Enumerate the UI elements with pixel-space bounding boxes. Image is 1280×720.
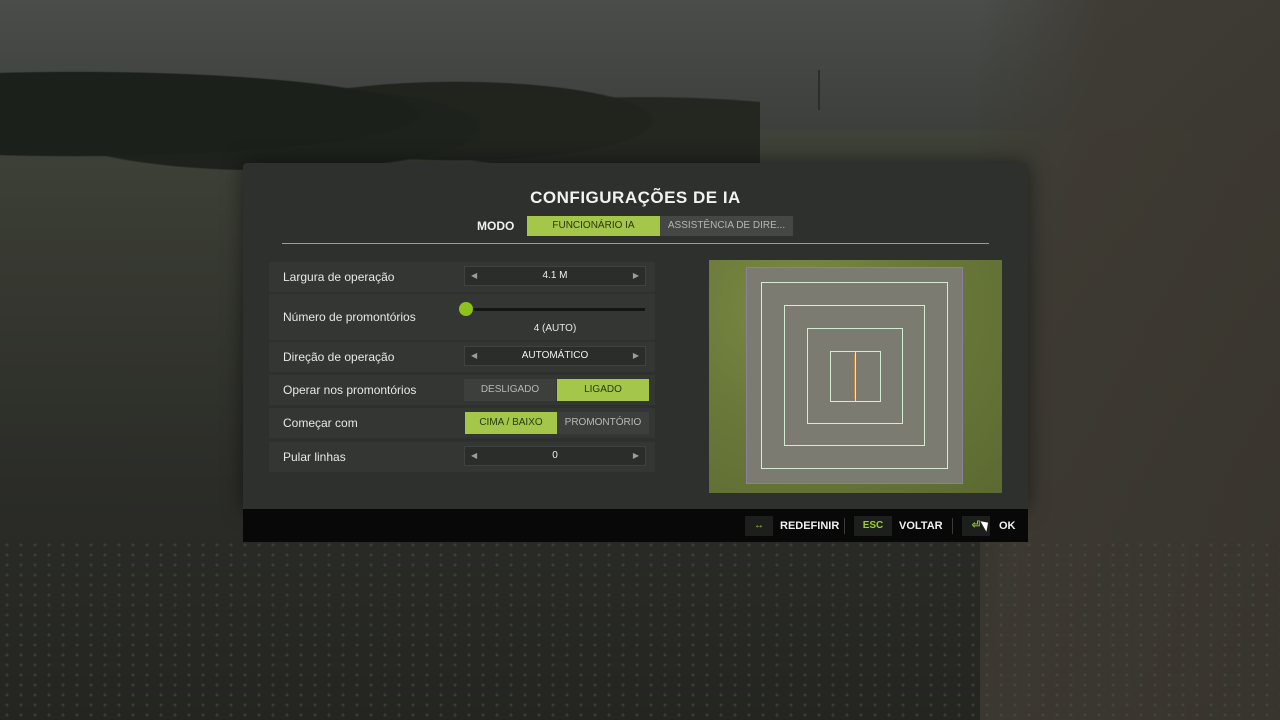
arrow-right-icon[interactable]: ▶ [633,447,639,465]
esc-key[interactable]: ESC [854,516,892,536]
setting-row-skip-lines: Pular linhas ◀ 0 ▶ [269,442,655,472]
arrow-right-icon[interactable]: ▶ [633,347,639,365]
reset-button[interactable]: REDEFINIR [780,516,839,536]
setting-label: Largura de operação [283,270,395,284]
title-divider [282,243,989,244]
dialog-title: CONFIGURAÇÕES DE IA [530,188,741,207]
option-on[interactable]: LIGADO [557,379,649,401]
start-line [854,354,855,399]
back-button[interactable]: VOLTAR [899,516,943,536]
setting-row-direction: Direção de operação ◀ AUTOMÁTICO ▶ [269,342,655,372]
footer-separator [952,518,953,534]
option-off[interactable]: DESLIGADO [464,379,556,401]
setting-row-headlands: Número de promontórios 4 (AUTO) [269,294,655,340]
setting-label: Pular linhas [283,450,346,464]
skip-lines-value: 0 [552,450,558,461]
ok-button[interactable]: OK [999,516,1016,536]
option-headland[interactable]: PROMONTÓRIO [557,412,649,434]
setting-label: Direção de operação [283,350,395,364]
center-line [855,352,856,401]
field-course-preview [709,260,1002,493]
footer-bar: ↔ REDEFINIR ESC VOLTAR ⏎ OK [243,509,1028,542]
arrow-right-icon[interactable]: ▶ [633,267,639,285]
option-up-down[interactable]: CIMA / BAIXO [465,412,557,434]
headlands-value: 4 (AUTO) [533,323,577,334]
skip-lines-selector[interactable]: ◀ 0 ▶ [464,446,646,466]
ai-settings-dialog: CONFIGURAÇÕES DE IA MODO FUNCIONÁRIO IA … [243,163,1028,509]
mode-tab-ai-worker[interactable]: FUNCIONÁRIO IA [527,216,660,236]
setting-row-working-width: Largura de operação ◀ 4.1 M ▶ [269,262,655,292]
reset-arrows-icon[interactable]: ↔ [745,516,773,536]
mode-label: MODO [477,219,515,233]
direction-value: AUTOMÁTICO [521,350,589,361]
footer-separator [844,518,845,534]
direction-selector[interactable]: ◀ AUTOMÁTICO ▶ [464,346,646,366]
tree-line [0,30,760,170]
center-work-area [830,351,881,402]
setting-label: Operar nos promontórios [283,383,417,397]
setting-label: Número de promontórios [283,310,416,324]
setting-label: Começar com [283,416,358,430]
headlands-slider-handle[interactable] [459,302,473,316]
utility-pole [818,70,820,110]
working-width-selector[interactable]: ◀ 4.1 M ▶ [464,266,646,286]
crop-rows [0,540,1280,720]
field-plot [746,267,963,484]
headlands-slider-track[interactable] [469,308,645,311]
setting-row-start-with: Começar com CIMA / BAIXO PROMONTÓRIO [269,408,655,438]
working-width-value: 4.1 M [542,270,568,281]
setting-row-work-headlands: Operar nos promontórios DESLIGADO LIGADO [269,375,655,405]
mode-tab-steering-assist[interactable]: ASSISTÊNCIA DE DIRE... [660,216,793,236]
